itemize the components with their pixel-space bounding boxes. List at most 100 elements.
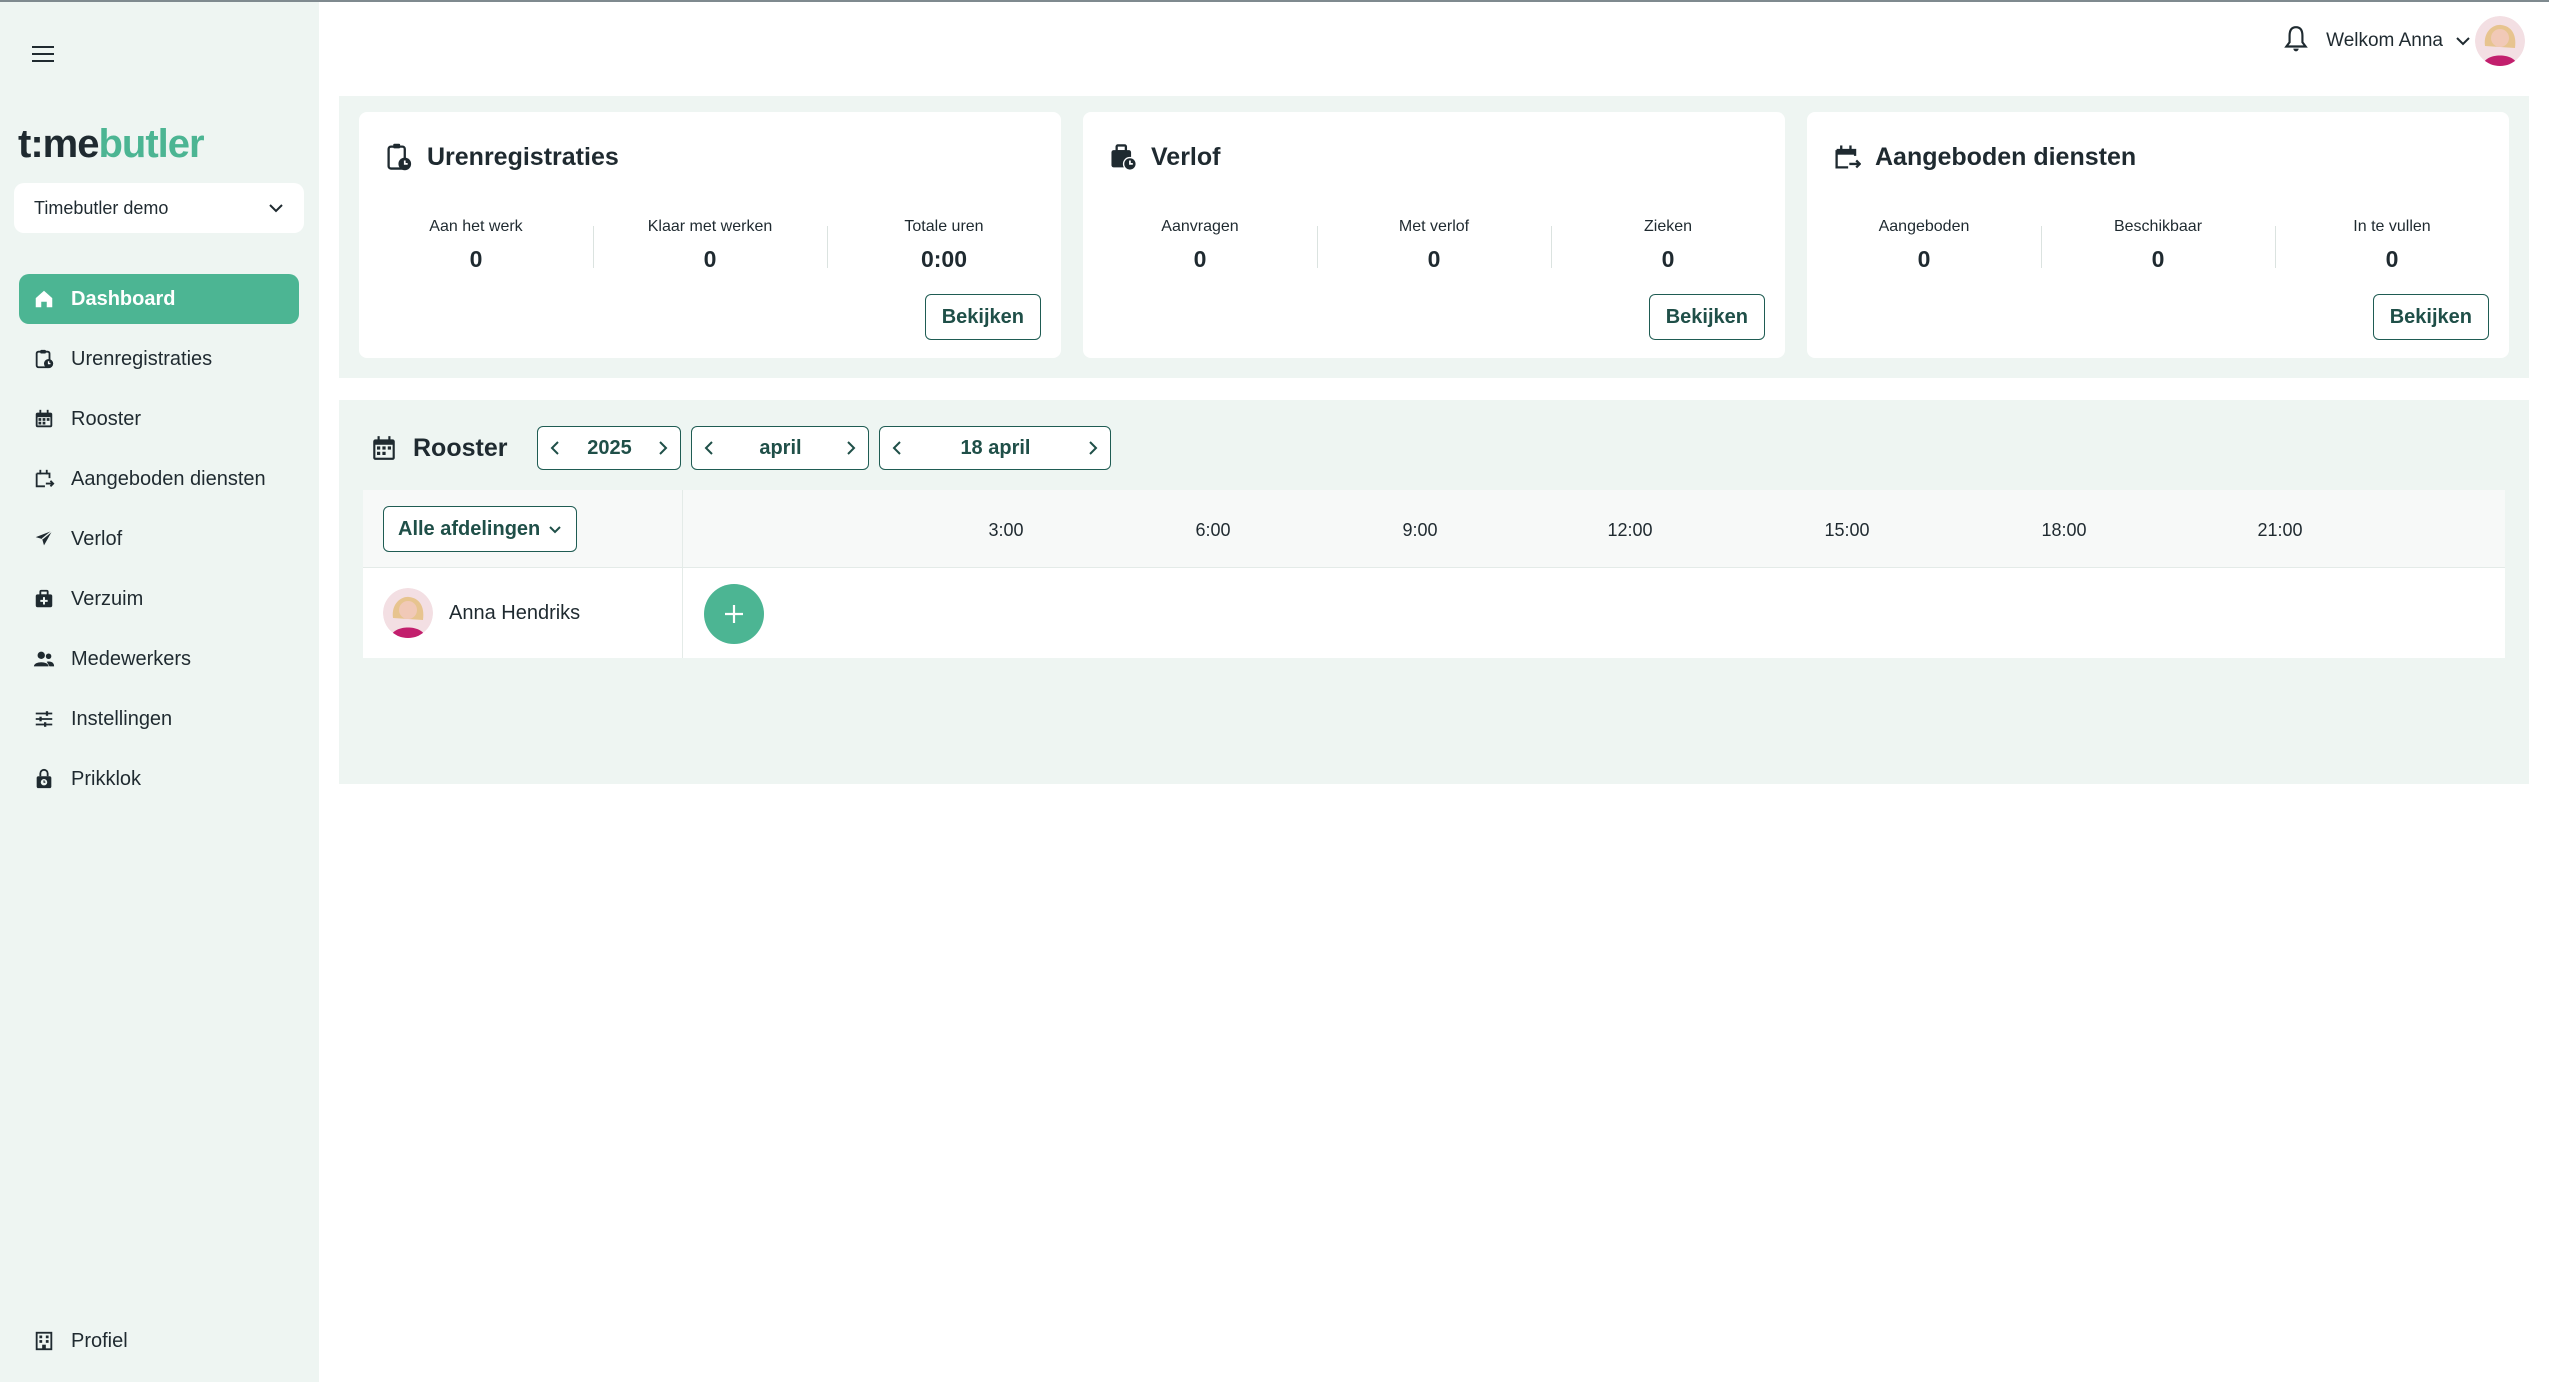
chevron-down-icon	[549, 525, 561, 533]
sidebar-item-medewerkers[interactable]: Medewerkers	[19, 634, 299, 684]
stat-klaar-met-werken: Klaar met werken 0	[593, 218, 827, 273]
chevron-right-icon	[847, 441, 856, 455]
year-stepper: 2025	[537, 426, 682, 470]
card-stats: Aangeboden 0 Beschikbaar 0 In te vullen 0	[1807, 218, 2509, 273]
user-menu[interactable]: Welkom Anna	[2326, 30, 2471, 52]
sidebar-item-label: Profiel	[71, 1329, 128, 1352]
plus-icon	[725, 605, 743, 623]
calendar-arrow-icon	[1835, 145, 1861, 169]
sidebar-profile: Profiel	[19, 1316, 299, 1376]
suitcase-clock-icon	[1111, 144, 1137, 171]
welcome-text: Welkom Anna	[2326, 30, 2443, 51]
prev-day-button[interactable]	[880, 427, 914, 469]
sidebar-nav: Dashboard Urenregistraties Rooster Aange…	[19, 274, 299, 814]
stat-aanvragen: Aanvragen 0	[1083, 218, 1317, 273]
calendar-arrow-icon	[33, 468, 55, 490]
department-label: Alle afdelingen	[398, 517, 541, 540]
home-icon	[33, 288, 55, 310]
hour-label: 15:00	[1824, 520, 1870, 540]
hour-label: 3:00	[988, 520, 1024, 540]
prev-year-button[interactable]	[538, 427, 572, 469]
chevron-right-icon	[659, 441, 668, 455]
menu-icon[interactable]	[32, 46, 54, 68]
hour-label: 12:00	[1607, 520, 1653, 540]
card-stats: Aan het werk 0 Klaar met werken 0 Totale u…	[359, 218, 1061, 273]
stat-label: Met verlof	[1398, 218, 1470, 235]
stat-label: Aan het werk	[429, 218, 523, 235]
sidebar-item-verlof[interactable]: Verlof	[19, 514, 299, 564]
stat-label: Beschikbaar	[2113, 218, 2203, 235]
sidebar-item-label: Rooster	[71, 407, 142, 430]
table-row: Anna Hendriks	[363, 568, 2505, 658]
department-dropdown[interactable]: Alle afdelingen	[383, 506, 578, 552]
bell-icon[interactable]	[2283, 24, 2309, 54]
day-stepper: 18 april	[879, 426, 1112, 470]
card-title: Urenregistraties	[385, 142, 619, 172]
roster-header: Rooster 2025 april 18 april	[371, 426, 1121, 470]
sidebar-item-verzuim[interactable]: Verzuim	[19, 574, 299, 624]
roster-grid: 3:00 6:00 9:00 12:00 15:00 18:00 21:00 A…	[363, 490, 2505, 658]
sliders-icon	[33, 708, 55, 730]
stat-label: Aanvragen	[1161, 218, 1239, 235]
chevron-left-icon	[893, 441, 902, 455]
card-aangeboden-diensten: Aangeboden diensten Aangeboden 0 Beschikb…	[1807, 112, 2509, 358]
card-title: Verlof	[1109, 142, 1220, 172]
calendar-icon	[33, 408, 55, 430]
stat-label: Totale uren	[904, 218, 984, 235]
day-value: 18 april	[960, 436, 1031, 459]
clipboard-clock-icon	[33, 348, 55, 370]
sidebar-item-rooster[interactable]: Rooster	[19, 394, 299, 444]
avatar[interactable]	[2475, 16, 2525, 66]
hour-label: 9:00	[1402, 520, 1438, 540]
month-value: april	[759, 436, 802, 459]
card-stats: Aanvragen 0 Met verlof 0 Zieken 0	[1083, 218, 1785, 273]
lock-clock-icon	[33, 768, 55, 790]
card-title-text: Urenregistraties	[427, 142, 619, 171]
hour-label: 6:00	[1195, 520, 1231, 540]
roster-grid-header: 3:00 6:00 9:00 12:00 15:00 18:00 21:00	[363, 490, 2505, 568]
stat-aan-het-werk: Aan het werk 0	[359, 218, 593, 273]
calendar-icon	[373, 436, 395, 460]
company-selector[interactable]: Timebutler demo	[14, 183, 304, 233]
next-day-button[interactable]	[1076, 427, 1110, 469]
stat-value: 0	[703, 246, 717, 272]
sidebar-item-dashboard[interactable]: Dashboard	[19, 274, 299, 324]
sidebar-item-label: Dashboard	[71, 287, 176, 310]
sidebar-item-instellingen[interactable]: Instellingen	[19, 694, 299, 744]
card-urenregistraties: Urenregistraties Aan het werk 0 Klaar met…	[359, 112, 1061, 358]
stat-value: 0	[469, 246, 483, 272]
next-year-button[interactable]	[646, 427, 680, 469]
roster-section: Rooster 2025 april 18 april 3:00 6:00 9:…	[339, 400, 2529, 784]
building-icon	[33, 1330, 55, 1352]
sidebar-item-urenregistraties[interactable]: Urenregistraties	[19, 334, 299, 384]
stat-value: 0	[2151, 246, 2165, 272]
card-title: Aangeboden diensten	[1833, 142, 2136, 172]
avatar	[383, 588, 433, 638]
stat-value: 0	[1917, 246, 1931, 272]
sidebar-item-prikklok[interactable]: Prikklok	[19, 754, 299, 804]
top-bar: Welkom Anna	[319, 2, 2549, 82]
view-urenregistraties-button[interactable]: Bekijken	[924, 294, 1041, 340]
year-value: 2025	[587, 436, 632, 459]
view-aangeboden-diensten-button[interactable]: Bekijken	[2372, 294, 2489, 340]
sidebar-item-label: Verlof	[71, 527, 123, 550]
sidebar-item-profiel[interactable]: Profiel	[19, 1316, 299, 1366]
card-verlof: Verlof Aanvragen 0 Met verlof 0 Zieken 0 Be…	[1083, 112, 1785, 358]
logo-part-2: butler	[98, 122, 204, 166]
next-month-button[interactable]	[834, 427, 868, 469]
stat-aangeboden: Aangeboden 0	[1807, 218, 2041, 273]
app: t:mebutler Timebutler demo Dashboard Ure…	[0, 0, 2549, 1382]
roster-title: Rooster	[371, 434, 507, 463]
stat-label: Klaar met werken	[647, 218, 773, 235]
add-shift-button[interactable]	[704, 584, 764, 644]
view-verlof-button[interactable]: Bekijken	[1648, 294, 1765, 340]
hour-label: 18:00	[2041, 520, 2087, 540]
sidebar-item-label: Urenregistraties	[71, 347, 213, 370]
stat-zieken: Zieken 0	[1551, 218, 1785, 273]
chevron-left-icon	[551, 441, 560, 455]
chevron-down-icon	[269, 204, 283, 213]
sidebar-item-label: Aangeboden diensten	[71, 467, 266, 490]
prev-month-button[interactable]	[692, 427, 726, 469]
logo: t:mebutler	[18, 122, 205, 167]
sidebar-item-aangeboden-diensten[interactable]: Aangeboden diensten	[19, 454, 299, 504]
